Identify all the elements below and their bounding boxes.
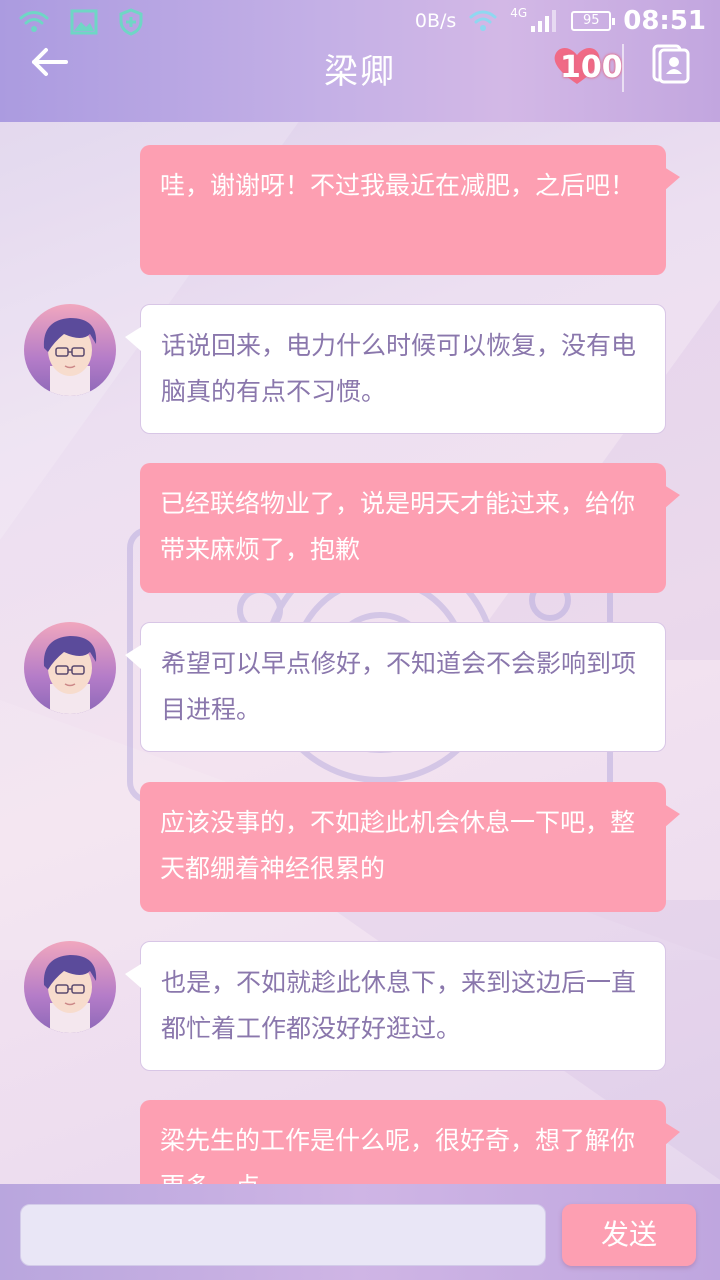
incoming-message: 也是，不如就趁此休息下，来到这边后一直都忙着工作都没好好逛过。: [125, 941, 666, 1071]
contact-card-icon[interactable]: [650, 42, 692, 84]
network-type: 4G: [510, 6, 528, 20]
signal-icon: [531, 10, 557, 32]
battery-indicator: 95: [571, 11, 616, 31]
image-icon: [70, 9, 98, 35]
avatar[interactable]: [24, 941, 116, 1033]
input-bar: 发送: [0, 1184, 720, 1280]
favor-value: 100: [560, 50, 623, 85]
outgoing-message: 梁先生的工作是什么呢，很好奇，想了解你更多一点: [140, 1100, 680, 1184]
incoming-message: 话说回来，电力什么时候可以恢复，没有电脑真的有点不习惯。: [125, 304, 666, 434]
header-divider: [622, 44, 624, 92]
wifi-icon: [469, 10, 497, 31]
outgoing-message: 已经联络物业了，说是明天才能过来，给你带来麻烦了，抱歉: [140, 463, 680, 593]
outgoing-message: 哇，谢谢呀！不过我最近在减肥，之后吧！: [140, 145, 680, 275]
favor-indicator: 100: [550, 44, 623, 88]
net-speed: 0B/s: [414, 10, 457, 32]
status-bar: 0B/s 4G 95 08:51: [0, 0, 720, 48]
send-button[interactable]: 发送: [562, 1204, 696, 1266]
avatar[interactable]: [24, 622, 116, 714]
clock: 08:51: [623, 6, 706, 36]
incoming-message: 希望可以早点修好，不知道会不会影响到项目进程。: [125, 622, 666, 752]
message-input[interactable]: [20, 1204, 546, 1266]
header: 0B/s 4G 95 08:51 梁卿 100: [0, 0, 720, 122]
wifi-icon: [19, 11, 49, 32]
shield-icon: [119, 8, 143, 36]
chat-list[interactable]: 哇，谢谢呀！不过我最近在减肥，之后吧！ 话说回来，电力什么时候可以恢复，没有电脑…: [0, 122, 720, 1184]
avatar[interactable]: [24, 304, 116, 396]
outgoing-message: 应该没事的，不如趁此机会休息一下吧，整天都绷着神经很累的: [140, 782, 680, 912]
